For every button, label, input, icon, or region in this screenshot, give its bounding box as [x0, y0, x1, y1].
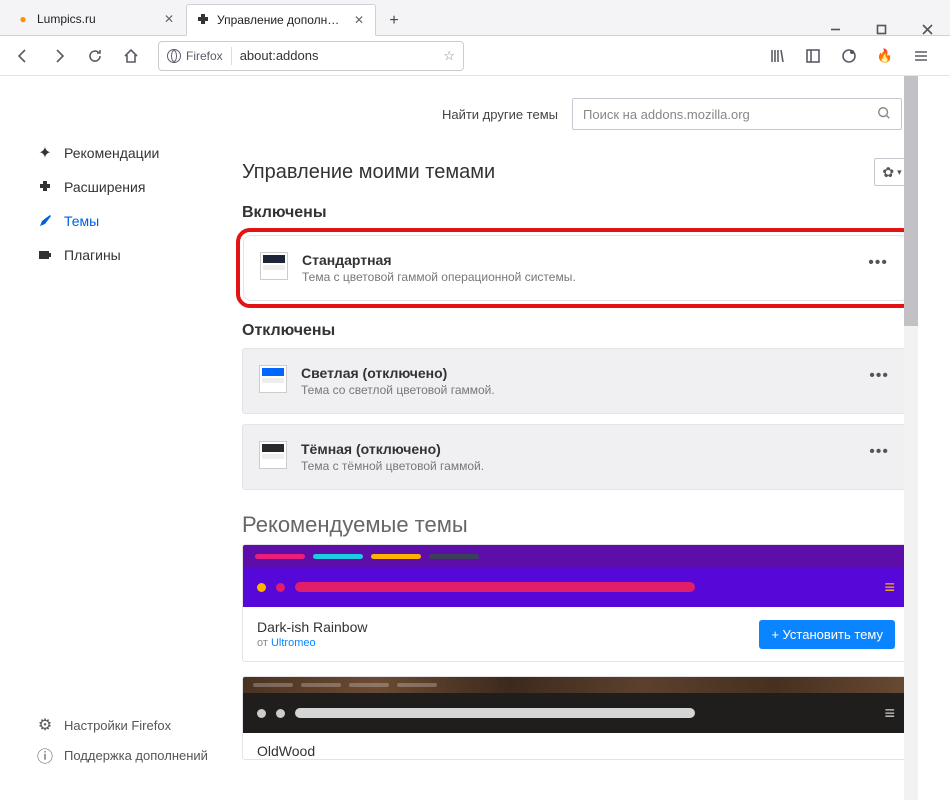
sidebar-item-label: Темы	[64, 213, 99, 229]
theme-thumbnail	[259, 365, 287, 393]
scrollbar-thumb[interactable]	[904, 76, 918, 326]
theme-name: Светлая (отключено)	[301, 365, 851, 381]
puzzle-icon	[36, 179, 54, 195]
sidebar-item-label: Рекомендации	[64, 145, 159, 161]
brush-icon	[36, 213, 54, 229]
app-menu-button[interactable]	[908, 41, 934, 71]
reload-button[interactable]	[80, 41, 110, 71]
separator	[231, 47, 232, 65]
theme-name: Тёмная (отключено)	[301, 441, 851, 457]
sidebar-item-plugins[interactable]: Плагины	[36, 238, 230, 272]
install-theme-button[interactable]: + Установить тему	[759, 620, 895, 649]
theme-preview-tabs	[243, 677, 909, 693]
gear-icon: ⚙	[36, 715, 54, 735]
extension-icon[interactable]: 🔥	[872, 41, 898, 71]
section-enabled: Включены	[242, 204, 910, 222]
sidebar-item-firefox-settings[interactable]: ⚙ Настройки Firefox	[36, 710, 230, 740]
hamburger-icon: ≡	[884, 703, 895, 724]
recommended-theme-name: Dark-ish Rainbow	[257, 619, 367, 635]
search-label: Найти другие темы	[442, 107, 558, 122]
sidebar-item-recommendations[interactable]: ✦ Рекомендации	[36, 136, 230, 170]
theme-more-button[interactable]: •••	[865, 443, 893, 461]
theme-more-button[interactable]: •••	[865, 367, 893, 385]
tab-close-button[interactable]: ✕	[161, 11, 177, 27]
main-panel: Найти другие темы Поиск на addons.mozill…	[230, 76, 950, 800]
window-close-button[interactable]	[904, 24, 950, 35]
favicon-lumpics: ●	[15, 11, 31, 27]
identity-box[interactable]: Firefox	[167, 49, 223, 63]
sidebar-item-label: Поддержка дополнений	[64, 748, 208, 763]
bookmark-star-icon[interactable]: ☆	[443, 48, 455, 64]
theme-more-button[interactable]: •••	[864, 254, 892, 272]
back-button[interactable]	[8, 41, 38, 71]
sidebar-item-themes[interactable]: Темы	[36, 204, 230, 238]
section-recommended: Рекомендуемые темы	[242, 512, 910, 538]
sparkle-icon: ✦	[36, 143, 54, 163]
window-minimize-button[interactable]	[812, 24, 858, 35]
hamburger-icon: ≡	[884, 577, 895, 598]
sidebar-item-addons-support[interactable]: ⓘ Поддержка дополнений	[36, 740, 230, 770]
url-bar[interactable]: Firefox about:addons ☆	[158, 41, 464, 71]
page-title: Управление моими темами	[242, 161, 495, 184]
theme-thumbnail	[260, 252, 288, 280]
vertical-scrollbar[interactable]	[904, 76, 918, 800]
identity-label: Firefox	[186, 49, 223, 63]
help-icon: ⓘ	[36, 743, 54, 767]
search-input[interactable]: Поиск на addons.mozilla.org	[572, 98, 902, 130]
new-tab-button[interactable]: +	[380, 7, 408, 35]
home-button[interactable]	[116, 41, 146, 71]
theme-description: Тема со светлой цветовой гаммой.	[301, 383, 851, 397]
tab-label: Lumpics.ru	[37, 12, 155, 26]
sidebar-item-label: Плагины	[64, 247, 121, 263]
navigation-toolbar: Firefox about:addons ☆ 🔥	[0, 36, 950, 76]
theme-card-default[interactable]: Стандартная Тема с цветовой гаммой опера…	[243, 235, 909, 301]
account-button[interactable]	[836, 41, 862, 71]
recommended-theme-author: от Ultromeo	[257, 637, 367, 649]
tab-close-button[interactable]: ✕	[351, 12, 367, 28]
gear-icon: ✿	[882, 164, 894, 181]
sidebar-item-label: Настройки Firefox	[64, 718, 171, 733]
chevron-down-icon: ▾	[897, 167, 902, 178]
theme-preview-toolbar: ≡	[243, 693, 909, 733]
favicon-addons	[195, 12, 211, 28]
theme-preview-toolbar: ≡	[243, 567, 909, 607]
window-maximize-button[interactable]	[858, 24, 904, 35]
recommended-theme-oldwood: ≡ OldWood	[242, 676, 910, 760]
tab-label: Управление дополнениями	[217, 13, 345, 27]
sidebar-item-extensions[interactable]: Расширения	[36, 170, 230, 204]
tab-lumpics[interactable]: ● Lumpics.ru ✕	[6, 3, 186, 35]
url-text: about:addons	[240, 48, 436, 63]
theme-description: Тема с цветовой гаммой операционной сист…	[302, 270, 850, 284]
addons-sidebar: ✦ Рекомендации Расширения Темы Плагины ⚙…	[0, 76, 230, 800]
theme-card-light[interactable]: Светлая (отключено) Тема со светлой цвет…	[242, 348, 910, 414]
theme-thumbnail	[259, 441, 287, 469]
theme-card-dark[interactable]: Тёмная (отключено) Тема с тёмной цветово…	[242, 424, 910, 490]
theme-preview-tabs	[243, 545, 909, 567]
plugin-icon	[36, 247, 54, 263]
library-button[interactable]	[764, 41, 790, 71]
highlighted-region: Стандартная Тема с цветовой гаммой опера…	[236, 228, 916, 308]
recommended-theme-name: OldWood	[257, 743, 895, 759]
search-placeholder: Поиск на addons.mozilla.org	[583, 107, 877, 122]
theme-description: Тема с тёмной цветовой гаммой.	[301, 459, 851, 473]
search-icon	[877, 106, 891, 123]
tab-strip: ● Lumpics.ru ✕ Управление дополнениями ✕…	[0, 0, 950, 36]
forward-button[interactable]	[44, 41, 74, 71]
section-disabled: Отключены	[242, 322, 910, 340]
author-link[interactable]: Ultromeo	[271, 637, 316, 649]
sidebar-button[interactable]	[800, 41, 826, 71]
recommended-theme-rainbow: ≡ Dark-ish Rainbow от Ultromeo + Установ…	[242, 544, 910, 662]
theme-name: Стандартная	[302, 252, 850, 268]
tab-addons[interactable]: Управление дополнениями ✕	[186, 4, 376, 36]
sidebar-item-label: Расширения	[64, 179, 145, 195]
firefox-icon	[167, 49, 181, 63]
